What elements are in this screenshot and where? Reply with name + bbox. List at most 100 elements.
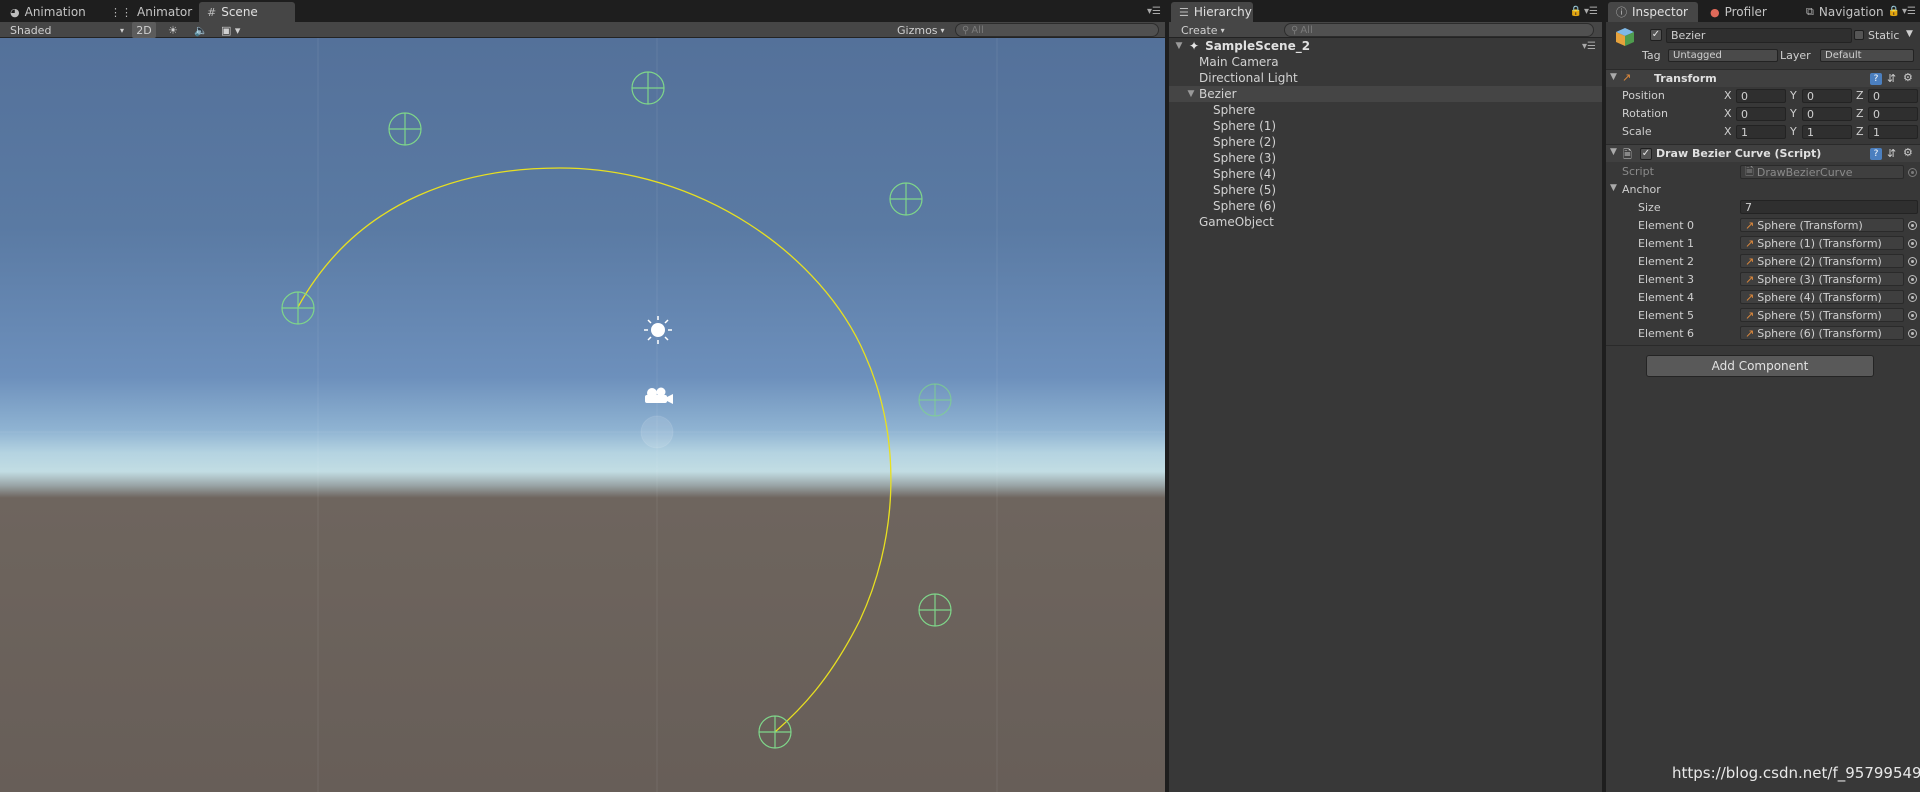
scene-viewport[interactable] xyxy=(0,38,1165,792)
tab-animation[interactable]: ◕ Animation xyxy=(2,2,94,22)
hierarchy-item-main-camera[interactable]: Main Camera xyxy=(1169,54,1602,70)
scene-menu-icon[interactable]: ▾☰ xyxy=(1582,41,1596,52)
object-picker-icon[interactable] xyxy=(1908,221,1917,230)
tab-navigation[interactable]: ⧉ Navigation xyxy=(1798,2,1892,22)
shading-mode-dropdown[interactable]: Shaded ▾ xyxy=(10,22,124,38)
scale-y-field[interactable]: 1 xyxy=(1802,125,1852,139)
audio-toggle-icon[interactable]: 🔈 xyxy=(194,22,208,38)
directional-light-icon[interactable] xyxy=(644,316,672,344)
hierarchy-search-input[interactable]: ⚲ All xyxy=(1284,23,1594,37)
sphere-gizmo-3[interactable] xyxy=(889,182,923,216)
position-x-field[interactable]: 0 xyxy=(1736,89,1786,103)
tab-hierarchy[interactable]: ☰ Hierarchy xyxy=(1171,2,1253,22)
collapse-arrow-icon[interactable]: ▼ xyxy=(1610,72,1617,82)
sphere-gizmo-4[interactable] xyxy=(918,383,952,417)
sphere-gizmo-2[interactable] xyxy=(631,71,665,105)
tab-inspector[interactable]: ⓘ Inspector xyxy=(1608,2,1698,22)
scene-search-input[interactable]: ⚲ All xyxy=(955,23,1159,37)
help-icon[interactable]: ? xyxy=(1870,73,1882,85)
2d-toggle-button[interactable]: 2D xyxy=(132,22,156,38)
hierarchy-item-sphere-1[interactable]: Sphere (1) xyxy=(1169,118,1602,134)
camera-icon[interactable] xyxy=(645,387,673,405)
add-component-button[interactable]: Add Component xyxy=(1646,355,1874,377)
sphere-gizmo-6[interactable] xyxy=(758,715,792,749)
transform-icon: ↗ xyxy=(1745,326,1755,340)
element-6-field[interactable]: ↗ Sphere (6) (Transform) xyxy=(1740,326,1904,340)
preset-icon[interactable]: ⇵ xyxy=(1887,147,1896,160)
hierarchy-item-sphere-4[interactable]: Sphere (4) xyxy=(1169,166,1602,182)
gizmos-dropdown[interactable]: Gizmos ▾ xyxy=(897,22,945,38)
search-icon: ⚲ xyxy=(1291,24,1299,36)
tab-animator[interactable]: ⋮⋮ Animator xyxy=(102,2,200,22)
hierarchy-item-sphere-3[interactable]: Sphere (3) xyxy=(1169,150,1602,166)
scale-x-field[interactable]: 1 xyxy=(1736,125,1786,139)
hierarchy-item-sphere[interactable]: Sphere xyxy=(1169,102,1602,118)
rotation-x-field[interactable]: 0 xyxy=(1736,107,1786,121)
element-2-field[interactable]: ↗ Sphere (2) (Transform) xyxy=(1740,254,1904,268)
transform-icon: ↗ xyxy=(1745,254,1755,268)
static-dropdown-arrow-icon[interactable]: ▼ xyxy=(1906,29,1913,39)
hierarchy-item-sphere-5[interactable]: Sphere (5) xyxy=(1169,182,1602,198)
gear-icon[interactable]: ⚙ xyxy=(1903,71,1913,84)
sphere-gizmo-0[interactable] xyxy=(281,291,315,325)
panel-menu-icon[interactable]: ▾☰ xyxy=(1147,6,1161,17)
panel-menu-icon[interactable]: ▾☰ xyxy=(1902,6,1916,17)
rotation-z-field[interactable]: 0 xyxy=(1868,107,1918,121)
element-5-field[interactable]: ↗ Sphere (5) (Transform) xyxy=(1740,308,1904,322)
script-component-header[interactable]: ▼ 🗎 ✓ Draw Bezier Curve (Script) ? ⇵ ⚙ xyxy=(1606,144,1920,162)
tab-profiler[interactable]: ● Profiler xyxy=(1702,2,1775,22)
layer-dropdown[interactable]: Default xyxy=(1820,49,1914,62)
static-checkbox[interactable] xyxy=(1854,30,1864,40)
panel-menu-icon[interactable]: ▾☰ xyxy=(1584,6,1598,17)
element-3-field[interactable]: ↗ Sphere (3) (Transform) xyxy=(1740,272,1904,286)
lock-icon[interactable]: 🔒 xyxy=(1570,6,1582,17)
hierarchy-item-directional-light[interactable]: Directional Light xyxy=(1169,70,1602,86)
object-name-field[interactable]: Bezier xyxy=(1666,28,1852,43)
script-enabled-checkbox[interactable]: ✓ xyxy=(1640,148,1652,160)
element-4-field[interactable]: ↗ Sphere (4) (Transform) xyxy=(1740,290,1904,304)
position-y-field[interactable]: 0 xyxy=(1802,89,1852,103)
element-1-field[interactable]: ↗ Sphere (1) (Transform) xyxy=(1740,236,1904,250)
lighting-toggle-icon[interactable]: ☀ xyxy=(168,22,178,38)
hierarchy-tabbar: ☰ Hierarchy 🔒 ▾☰ xyxy=(1169,0,1602,22)
anchor-size-field[interactable]: 7 xyxy=(1740,200,1918,214)
active-checkbox[interactable]: ✓ xyxy=(1650,29,1662,41)
hierarchy-scene-row[interactable]: ▼ ✦ SampleScene_2 ▾☰ xyxy=(1169,38,1602,54)
tag-dropdown[interactable]: Untagged xyxy=(1668,49,1778,62)
scene-grid-icon: # xyxy=(207,5,217,19)
object-picker-icon[interactable] xyxy=(1908,293,1917,302)
expand-arrow-icon[interactable]: ▼ xyxy=(1173,41,1185,51)
scene-toolbar: Shaded ▾ 2D ☀ 🔈 ▣ ▾ Gizmos ▾ ⚲ All xyxy=(0,22,1165,38)
tab-scene[interactable]: # Scene xyxy=(199,2,295,22)
gear-icon[interactable]: ⚙ xyxy=(1903,146,1913,159)
scale-z-field[interactable]: 1 xyxy=(1868,125,1918,139)
object-picker-icon[interactable] xyxy=(1908,239,1917,248)
help-icon[interactable]: ? xyxy=(1870,148,1882,160)
transform-header[interactable]: ▼ ↗ Transform ? ⇵ ⚙ xyxy=(1606,69,1920,87)
component-divider xyxy=(1606,345,1920,346)
hierarchy-item-gameobject[interactable]: GameObject xyxy=(1169,214,1602,230)
preset-icon[interactable]: ⇵ xyxy=(1887,72,1896,85)
sphere-gizmo-1[interactable] xyxy=(388,112,422,146)
watermark-text: https://blog.csdn.net/f_957995490 xyxy=(1672,764,1920,782)
position-z-field[interactable]: 0 xyxy=(1868,89,1918,103)
object-picker-icon[interactable] xyxy=(1908,275,1917,284)
collapse-arrow-icon[interactable]: ▼ xyxy=(1610,183,1617,193)
sphere-gizmo-5[interactable] xyxy=(918,593,952,627)
dropdown-arrow-icon: ▾ xyxy=(1220,25,1225,35)
hierarchy-item-bezier[interactable]: ▼ Bezier xyxy=(1169,86,1602,102)
object-picker-icon[interactable] xyxy=(1908,257,1917,266)
expand-arrow-icon[interactable]: ▼ xyxy=(1185,89,1197,99)
object-picker-icon[interactable] xyxy=(1908,329,1917,338)
scene-panel: ◕ Animation ⋮⋮ Animator # Scene ▾☰ Shade… xyxy=(0,0,1165,792)
collapse-arrow-icon[interactable]: ▼ xyxy=(1610,147,1617,157)
create-dropdown[interactable]: Create ▾ xyxy=(1181,22,1225,38)
effects-dropdown-icon[interactable]: ▣ ▾ xyxy=(221,22,240,38)
lock-icon[interactable]: 🔒 xyxy=(1888,6,1900,17)
hierarchy-item-sphere-6[interactable]: Sphere (6) xyxy=(1169,198,1602,214)
rotation-y-field[interactable]: 0 xyxy=(1802,107,1852,121)
hierarchy-item-sphere-2[interactable]: Sphere (2) xyxy=(1169,134,1602,150)
transform-icon: ↗ xyxy=(1745,236,1755,250)
element-0-field[interactable]: ↗ Sphere (Transform) xyxy=(1740,218,1904,232)
object-picker-icon[interactable] xyxy=(1908,311,1917,320)
